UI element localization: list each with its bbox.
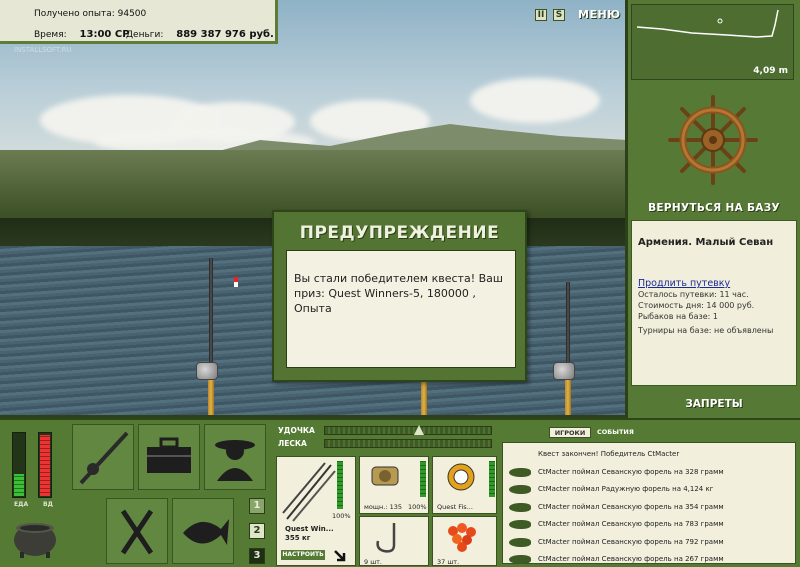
line-name: Quest Fis... xyxy=(437,503,473,511)
vodka-label: ВД xyxy=(43,501,53,508)
depth-map[interactable]: 4,09 m xyxy=(631,4,794,80)
dialog-message: Вы стали победителем квеста! Ваш приз: Q… xyxy=(286,250,516,368)
hook-card[interactable]: 9 шт. xyxy=(359,516,429,566)
fisherman-tile[interactable] xyxy=(204,424,266,490)
location-card: Армения. Малый Севан Продлить путевку Ос… xyxy=(631,220,797,386)
event-log[interactable]: Квест закончен! Победитель CtMacter CtMac… xyxy=(502,442,796,564)
line-tension-slider[interactable] xyxy=(324,439,492,448)
time-value: 13:00 СР xyxy=(79,29,130,40)
line-card[interactable]: Quest Fis... xyxy=(432,456,497,514)
rod-slot-2[interactable]: 2 xyxy=(249,523,265,539)
food-tile[interactable] xyxy=(106,498,168,564)
line-label: ЛЕСКА xyxy=(278,439,307,448)
money-value: 889 387 976 руб. xyxy=(176,29,274,40)
day-cost: Стоимость дня: 14 000 руб. xyxy=(638,301,755,310)
fish-icon xyxy=(183,519,229,545)
slider-thumb-icon[interactable] xyxy=(414,425,424,435)
rod-handle xyxy=(421,380,427,415)
pause-button[interactable]: II xyxy=(535,9,547,21)
vodka-bar xyxy=(38,432,52,498)
menu-button[interactable]: МЕНЮ xyxy=(578,8,621,21)
setup-button[interactable]: НАСТРОИТЬ xyxy=(281,550,325,560)
tackle-box-icon xyxy=(147,437,191,473)
reel-card[interactable]: мощн.: 135 100% xyxy=(359,456,429,514)
watermark: INSTALLSOFT.RU xyxy=(14,46,72,54)
rod-name: Quest Win... xyxy=(285,525,334,533)
log-tabs: ИГРОКИ СОБЫТИЯ xyxy=(502,424,796,439)
time-label: Время: xyxy=(34,30,67,40)
xp-label: Получено опыта: xyxy=(34,9,115,19)
hook-icon xyxy=(376,523,396,553)
xp-value: 94500 xyxy=(117,9,147,19)
tournaments-status: Турниры на базе: не объявлены xyxy=(638,326,774,335)
reel-icon xyxy=(196,362,218,380)
fish-icon xyxy=(509,502,531,512)
fishing-rod-1[interactable] xyxy=(209,258,213,370)
rod-label: УДОЧКА xyxy=(278,426,315,435)
reel-durability-bar xyxy=(420,461,426,497)
reel-icon xyxy=(371,466,399,486)
player-info: Получено опыта: 94500 Время: 13:00 СР Де… xyxy=(0,0,278,44)
right-panel: 4,09 m ВЕРНУТЬСЯ НА БАЗУ Армения. Малый … xyxy=(628,0,800,418)
fish-icon xyxy=(509,555,531,564)
log-line: CtMacter поймал Радужную форель на 4,124… xyxy=(538,485,714,493)
reel-power: мощн.: 135 xyxy=(364,503,402,511)
money-label: Деньги: xyxy=(126,30,164,40)
cauldron-icon[interactable] xyxy=(10,514,60,559)
fish-icon xyxy=(509,467,531,477)
rods-tile[interactable] xyxy=(72,424,134,490)
bait-count: 37 шт. xyxy=(437,558,460,566)
fork-knife-icon xyxy=(120,509,154,555)
dialog-title: ПРЕДУПРЕЖДЕНИЕ xyxy=(299,223,500,243)
bottom-panel: ЕДА ВД 1 2 3 УДОЧКА ЛЕСКА 100% Quest Win… xyxy=(0,418,800,567)
bans-button[interactable]: ЗАПРЕТЫ xyxy=(628,398,800,410)
food-bar xyxy=(12,432,26,498)
rod-weight: 355 кг xyxy=(285,534,311,542)
log-line: CtMacter поймал Севанскую форель на 792 … xyxy=(538,537,724,546)
ship-wheel-icon[interactable] xyxy=(668,95,758,185)
hooks-count: 9 шт. xyxy=(364,558,383,566)
fish-icon xyxy=(509,520,531,529)
tab-players[interactable]: ИГРОКИ xyxy=(549,427,591,438)
arrow-down-right-icon[interactable] xyxy=(333,549,347,563)
permit-left: Осталось путевки: 11 час. xyxy=(638,290,749,299)
fisherman-icon xyxy=(215,440,255,481)
reel-percent: 100% xyxy=(408,503,427,511)
food-fill xyxy=(14,473,24,496)
sound-button[interactable]: S xyxy=(553,9,565,21)
fish-icon xyxy=(509,537,531,547)
return-to-base-button[interactable]: ВЕРНУТЬСЯ НА БАЗУ xyxy=(628,202,800,214)
vodka-fill xyxy=(40,435,50,496)
tackle-box-tile[interactable] xyxy=(138,424,200,490)
bait-card[interactable]: 37 шт. xyxy=(432,516,497,566)
line-spool-icon xyxy=(447,463,475,491)
rod-tension-slider[interactable] xyxy=(324,425,492,435)
fishers-count: Рыбаков на базе: 1 xyxy=(638,312,718,321)
log-line: CtMacter поймал Севанскую форель на 354 … xyxy=(538,502,724,511)
fish-eggs-icon xyxy=(448,523,476,552)
float xyxy=(234,277,238,287)
rod-durability-bar xyxy=(337,461,343,509)
log-line: Квест закончен! Победитель CtMacter xyxy=(538,450,680,458)
reel-icon xyxy=(553,362,575,380)
rod-slot-3[interactable]: 3 xyxy=(249,548,265,564)
rod-icon xyxy=(79,431,129,485)
line-durability-bar xyxy=(489,461,495,497)
fish-tile[interactable] xyxy=(172,498,234,564)
rod-bundle-icon xyxy=(282,462,336,522)
warning-dialog[interactable]: ПРЕДУПРЕЖДЕНИЕ Вы стали победителем квес… xyxy=(272,210,527,382)
food-label: ЕДА xyxy=(14,501,29,508)
rod-percent: 100% xyxy=(332,512,351,520)
rod-card[interactable]: 100% Quest Win... 355 кг НАСТРОИТЬ xyxy=(276,456,356,566)
fishing-rod-3[interactable] xyxy=(566,282,570,372)
log-line: CtMacter поймал Севанскую форель на 328 … xyxy=(538,467,724,476)
location-name: Армения. Малый Севан xyxy=(638,237,774,248)
fish-icon xyxy=(509,485,531,494)
depth-value: 4,09 m xyxy=(753,66,788,76)
buy-permit-link[interactable]: Продлить путевку xyxy=(638,278,790,289)
log-line: CtMacter поймал Севанскую форель на 267 … xyxy=(538,555,724,563)
log-line: CtMacter поймал Севанскую форель на 783 … xyxy=(538,520,724,528)
tab-events[interactable]: СОБЫТИЯ xyxy=(597,427,634,438)
rod-slot-1[interactable]: 1 xyxy=(249,498,265,514)
